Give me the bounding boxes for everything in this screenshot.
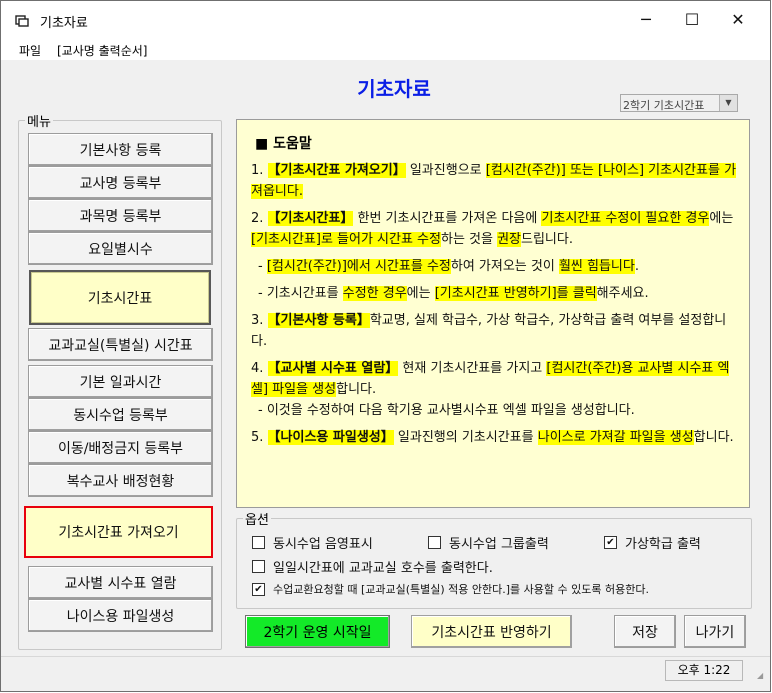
exit-button[interactable]: 나가기 [684, 615, 746, 648]
help-item-2a: - [컴시간(주간)]에서 시간표를 수정하여 가져오는 것이 훨씬 힘듭니다. [257, 256, 737, 277]
help-highlight: 나이스로 가져갈 파일을 생성 [537, 430, 694, 445]
daily-room-checkbox[interactable]: 일일시간표에 교과교실 호수를 출력한다. [252, 557, 493, 576]
help-text: 에는 [406, 286, 435, 301]
checkmark-icon: ✔ [604, 536, 617, 549]
help-text: . [634, 259, 639, 274]
help-num: 3. [251, 313, 268, 328]
help-highlight: 수정한 경우 [342, 286, 407, 301]
help-highlight: [기초시간표]로 들어가 시간표 수정 [251, 232, 441, 247]
help-body: 1. 【기초시간표 가져오기】 일과진행으로 [컴시간(주간)] 또는 [나이스… [251, 160, 737, 454]
help-item-3: 3. 【기본사항 등록】학교명, 실제 학급수, 가상 학급수, 가상학급 출력… [251, 310, 737, 352]
options-group-label: 옵션 [243, 509, 271, 528]
semester-select-value: 2학기 기초시간표 [623, 99, 705, 112]
help-text: 하여 가져오는 것이 [450, 259, 559, 274]
basic-info-button[interactable]: 기본사항 등록 [28, 133, 213, 166]
maximize-button[interactable]: ☐ [669, 1, 715, 37]
help-keyword: 【기초시간표】 [267, 211, 354, 226]
help-text: 일과진행의 기초시간표를 [393, 430, 538, 445]
menu-bar: 파일 [교사명 출력순서] [1, 38, 770, 60]
menu-teacher-order[interactable]: [교사명 출력순서] [57, 42, 147, 59]
help-item-4: 4. 【교사별 시수표 열람】 현재 기초시간표를 가지고 [컴시간(주간)용 … [251, 358, 737, 400]
help-text: 하는 것을 [440, 232, 498, 247]
help-item-1: 1. 【기초시간표 가져오기】 일과진행으로 [컴시간(주간)] 또는 [나이스… [251, 160, 737, 202]
sync-group-checkbox[interactable]: 동시수업 그룹출력 [428, 533, 549, 552]
help-text: 현재 기초시간표를 가지고 [398, 361, 547, 376]
help-text: 합니다. [693, 430, 734, 445]
help-highlight: [기초시간표 반영하기]를 클릭 [434, 286, 597, 301]
help-title: ■ 도움말 [255, 136, 312, 152]
daily-schedule-button[interactable]: 기본 일과시간 [28, 365, 213, 398]
simultaneous-class-button[interactable]: 동시수업 등록부 [28, 398, 213, 431]
menu-group-label: 메뉴 [25, 111, 53, 130]
help-item-2b: - 기초시간표를 수정한 경우에는 [기초시간표 반영하기]를 클릭해주세요. [257, 283, 737, 304]
help-dash: - [258, 259, 267, 274]
help-num: 4. [251, 361, 268, 376]
help-highlight: [컴시간(주간)]에서 시간표를 수정 [266, 259, 451, 274]
help-dash: - [258, 286, 267, 301]
help-keyword: 【기본사항 등록】 [267, 313, 370, 328]
checkbox-label: 일일시간표에 교과교실 호수를 출력한다. [273, 561, 493, 576]
help-keyword: 【교사별 시수표 열람】 [267, 361, 399, 376]
special-room-timetable-button[interactable]: 교과교실(특별실) 시간표 [28, 328, 213, 361]
semester-start-button[interactable]: 2학기 운영 시작일 [245, 615, 390, 648]
help-keyword: 【기초시간표 가져오기】 [267, 163, 406, 178]
checkbox-label: 동시수업 그룹출력 [449, 537, 549, 552]
help-highlight: 훨씬 힘듭니다 [558, 259, 635, 274]
apply-timetable-button[interactable]: 기초시간표 반영하기 [411, 615, 572, 648]
window-title: 기초자료 [40, 16, 88, 31]
chevron-down-icon[interactable]: ▼ [719, 95, 737, 111]
move-ban-button[interactable]: 이동/배정금지 등록부 [28, 431, 213, 464]
help-text: 이것을 수정하여 다음 학기용 교사별시수표 엑셀 파일을 생성합니다. [266, 403, 635, 418]
virtual-class-checkbox[interactable]: ✔ 가상학급 출력 [604, 533, 701, 552]
weekday-hours-button[interactable]: 요일별시수 [28, 232, 213, 265]
app-icon [15, 15, 29, 27]
checkbox-icon [252, 536, 265, 549]
swap-allow-checkbox[interactable]: ✔ 수업교환요청할 때 [교과교실(특별실) 적용 안한다.]를 사용할 수 있도… [252, 581, 649, 597]
help-dash: - [258, 403, 267, 418]
semester-select[interactable]: 2학기 기초시간표 ▼ [620, 94, 738, 112]
multi-teacher-button[interactable]: 복수교사 배정현황 [28, 464, 213, 497]
checkbox-label: 수업교환요청할 때 [교과교실(특별실) 적용 안한다.]를 사용할 수 있도록… [273, 583, 649, 596]
close-button[interactable]: ✕ [715, 1, 761, 37]
teacher-register-button[interactable]: 교사명 등록부 [28, 166, 213, 199]
help-num: 1. [251, 163, 268, 178]
status-time: 오후 1:22 [665, 660, 743, 681]
help-panel: ■ 도움말 1. 【기초시간표 가져오기】 일과진행으로 [컴시간(주간)] 또… [236, 119, 750, 508]
app-window: 기초자료 ─ ☐ ✕ 파일 [교사명 출력순서] 기초자료 2학기 기초시간표 … [0, 0, 771, 692]
help-item-2: 2. 【기초시간표】 한번 기초시간표를 가져온 다음에 기초시간표 수정이 필… [251, 208, 737, 250]
help-text: 합니다. [336, 382, 377, 397]
base-timetable-button[interactable]: 기초시간표 [29, 270, 211, 325]
save-button[interactable]: 저장 [614, 615, 676, 648]
checkbox-label: 가상학급 출력 [625, 537, 701, 552]
help-num: 5. [251, 430, 268, 445]
help-highlight: 권장 [497, 232, 522, 247]
help-item-5: 5. 【나이스용 파일생성】 일과진행의 기초시간표를 나이스로 가져갈 파일을… [251, 427, 737, 448]
status-bar: 오후 1:22 ◢ [1, 656, 770, 691]
title-bar: 기초자료 ─ ☐ ✕ [1, 1, 770, 38]
help-item-4a: - 이것을 수정하여 다음 학기용 교사별시수표 엑셀 파일을 생성합니다. [257, 400, 737, 421]
minimize-button[interactable]: ─ [623, 1, 669, 37]
help-text: 해주세요. [596, 286, 649, 301]
help-text: 기초시간표를 [266, 286, 343, 301]
help-highlight: 기초시간표 수정이 필요한 경우 [541, 211, 710, 226]
help-text: 드립니다. [521, 232, 573, 247]
neis-file-button[interactable]: 나이스용 파일생성 [28, 599, 213, 632]
help-text: 한번 기초시간표를 가져온 다음에 [353, 211, 542, 226]
checkmark-icon: ✔ [252, 582, 265, 596]
teacher-hours-view-button[interactable]: 교사별 시수표 열람 [28, 566, 213, 599]
help-text: 일과진행으로 [405, 163, 486, 178]
menu-file[interactable]: 파일 [19, 42, 41, 59]
import-base-timetable-button[interactable]: 기초시간표 가져오기 [24, 506, 213, 558]
checkbox-icon [428, 536, 441, 549]
help-num: 2. [251, 211, 268, 226]
sync-class-checkbox[interactable]: 동시수업 음영표시 [252, 533, 373, 552]
checkbox-label: 동시수업 음영표시 [273, 537, 373, 552]
checkbox-icon [252, 560, 265, 573]
help-keyword: 【나이스용 파일생성】 [267, 430, 394, 445]
subject-register-button[interactable]: 과목명 등록부 [28, 199, 213, 232]
help-text: 에는 [709, 211, 734, 226]
resize-grip-icon[interactable]: ◢ [757, 671, 767, 681]
